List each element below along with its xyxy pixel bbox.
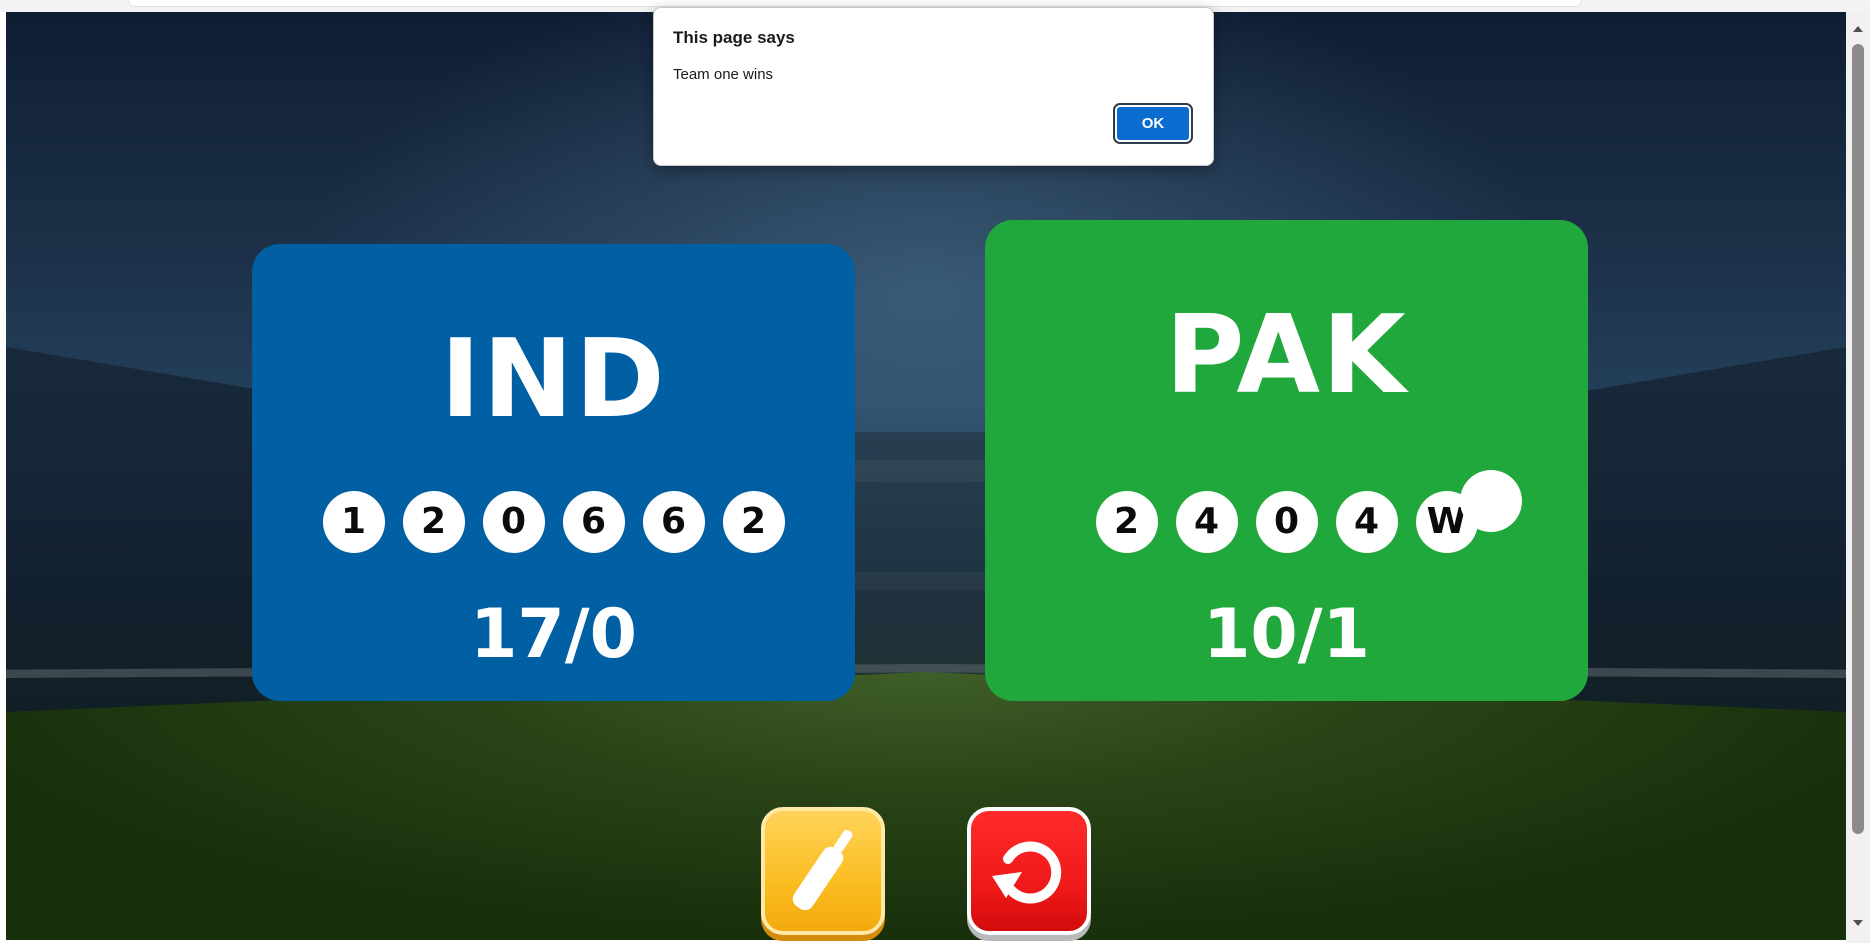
dialog-title: This page says <box>673 28 795 47</box>
browser-toolbar-edge <box>128 0 1582 7</box>
team-one-card: IND 1 2 0 6 6 2 17/0 <box>252 244 855 701</box>
dialog-message: Team one wins <box>673 66 774 83</box>
page-scrollbar[interactable] <box>1846 12 1870 943</box>
cricket-bat-icon <box>792 829 853 911</box>
team-one-name: IND <box>440 317 667 442</box>
reset-icon <box>992 841 1062 904</box>
team-two-ball-2: 4 <box>1175 491 1238 553</box>
scroll-up-arrow-icon[interactable] <box>1853 26 1863 32</box>
team-two-name: PAK <box>1165 293 1408 418</box>
cricket-ball-icon <box>1460 470 1522 532</box>
team-one-ball-6: 2 <box>722 491 785 553</box>
team-one-ball-5: 6 <box>642 491 705 553</box>
cricket-field <box>6 672 1846 940</box>
alert-dialog: This page says Team one wins OK <box>653 7 1214 166</box>
reset-button[interactable] <box>967 807 1091 935</box>
team-two-ball-1: 2 <box>1095 491 1158 553</box>
scroll-down-arrow-icon[interactable] <box>1853 920 1863 926</box>
team-two-ball-3: 0 <box>1255 491 1318 553</box>
hit-button[interactable] <box>761 807 885 935</box>
team-two-card: PAK 2 4 0 4 W 10/1 <box>985 220 1588 701</box>
ok-button[interactable]: OK <box>1113 103 1193 144</box>
team-one-ball-4: 6 <box>562 491 625 553</box>
team-one-ball-2: 2 <box>402 491 465 553</box>
team-one-balls: 1 2 0 6 6 2 <box>252 491 855 553</box>
team-two-ball-4: 4 <box>1335 491 1398 553</box>
team-two-score: 10/1 <box>1203 595 1370 674</box>
team-one-ball-3: 0 <box>482 491 545 553</box>
team-one-ball-1: 1 <box>322 491 385 553</box>
team-one-score: 17/0 <box>470 595 637 674</box>
scroll-thumb[interactable] <box>1852 44 1864 834</box>
